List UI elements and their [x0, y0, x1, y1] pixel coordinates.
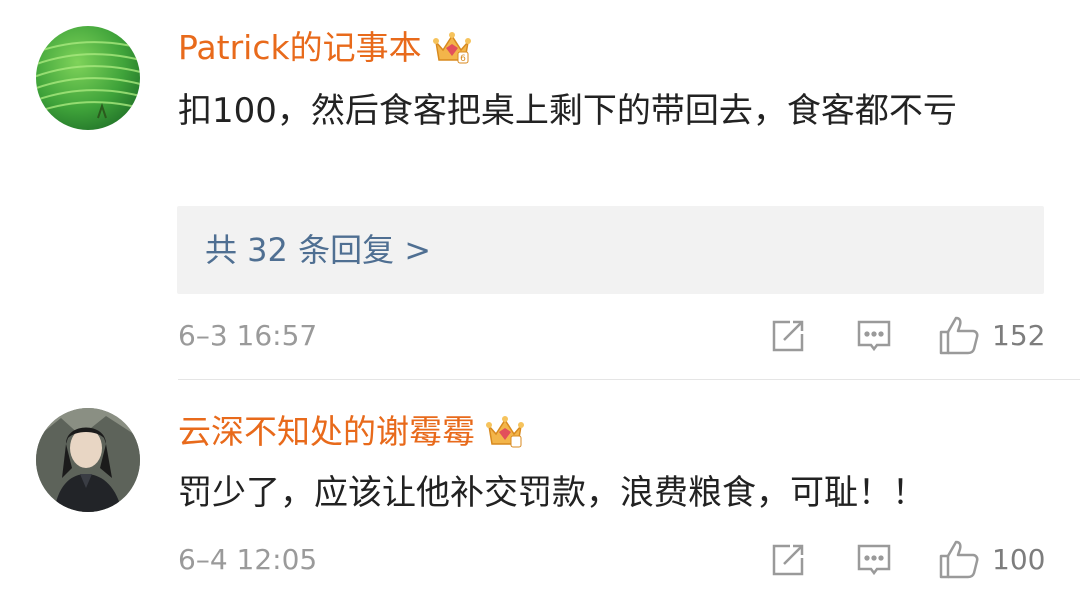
- view-replies-button[interactable]: 共 32 条回复 >: [177, 206, 1044, 294]
- comment-meta: 6–3 16:57 152: [0, 314, 1080, 358]
- comment-meta: 6–4 12:05 100: [0, 538, 1080, 582]
- comment-icon[interactable]: [856, 318, 892, 354]
- comment-icon[interactable]: [856, 542, 892, 578]
- comment-text: 扣100，然后食客把桌上剩下的带回去，食客都不亏: [178, 91, 957, 131]
- like-icon[interactable]: [938, 538, 980, 580]
- crown-icon: [485, 414, 525, 450]
- crown-icon: 6: [432, 30, 472, 66]
- username-text[interactable]: Patrick的记事本: [178, 26, 422, 70]
- like-count: 100: [992, 543, 1046, 576]
- replies-label[interactable]: 共 32 条回复 >: [205, 231, 431, 269]
- avatar[interactable]: [36, 26, 140, 130]
- comment-text: 罚少了，应该让他补交罚款，浪费粮食，可耻！！: [178, 473, 926, 513]
- comment-item: 云深不知处的谢霉霉 罚少了，应该让他补交罚款，浪费粮食，可耻！！ 6–4 12:…: [0, 380, 1080, 608]
- username-text[interactable]: 云深不知处的谢霉霉: [178, 410, 475, 454]
- timestamp: 6–4 12:05: [178, 543, 318, 576]
- avatar[interactable]: [36, 408, 140, 512]
- share-icon[interactable]: [770, 318, 806, 354]
- username[interactable]: 云深不知处的谢霉霉: [178, 410, 525, 454]
- timestamp: 6–3 16:57: [178, 319, 318, 352]
- share-icon[interactable]: [770, 542, 806, 578]
- comment-item: Patrick的记事本 6 扣100，然后食客把桌上剩下的带回去，食客都不亏 共…: [0, 0, 1080, 380]
- like-icon[interactable]: [938, 314, 980, 356]
- like-count: 152: [992, 319, 1046, 352]
- svg-text:6: 6: [460, 54, 466, 64]
- username[interactable]: Patrick的记事本 6: [178, 26, 472, 70]
